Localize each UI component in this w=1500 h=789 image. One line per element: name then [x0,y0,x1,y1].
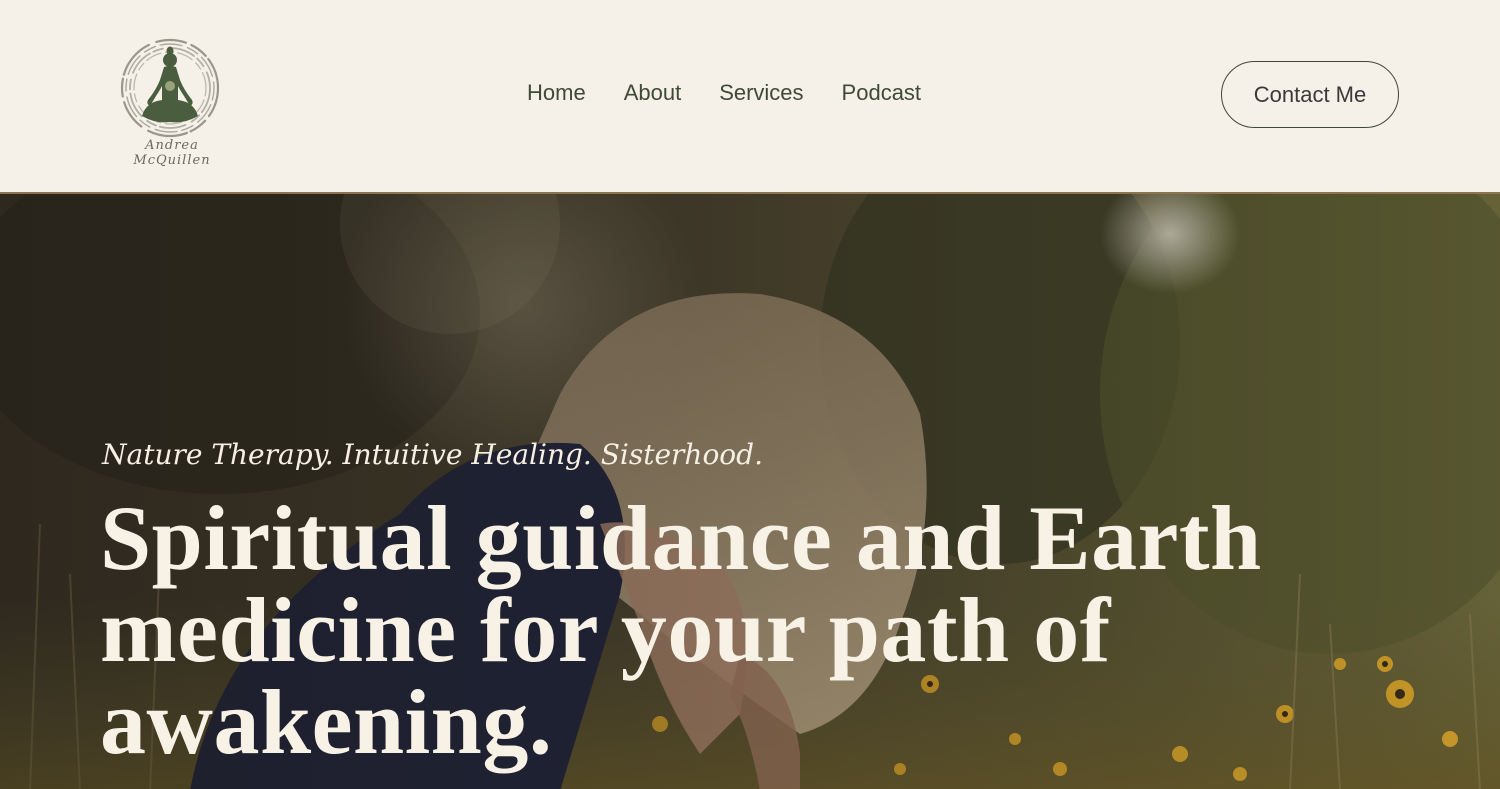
hero-section: Nature Therapy. Intuitive Healing. Siste… [0,192,1500,789]
site-header: Andrea McQuillen Home About Services Pod… [0,0,1500,192]
site-logo[interactable]: Andrea McQuillen [104,34,240,168]
nav-item-about[interactable]: About [624,80,682,106]
main-nav: Home About Services Podcast [527,80,921,106]
contact-me-button[interactable]: Contact Me [1221,61,1399,128]
meditating-woman-icon [120,38,220,138]
nav-item-services[interactable]: Services [719,80,803,106]
hero-tagline: Nature Therapy. Intuitive Healing. Siste… [102,438,763,471]
nav-item-home[interactable]: Home [527,80,586,106]
nav-item-podcast[interactable]: Podcast [842,80,922,106]
hero-title: Spiritual guidance and Earth medicine fo… [100,487,1262,773]
logo-signature: Andrea McQuillen [133,138,211,168]
